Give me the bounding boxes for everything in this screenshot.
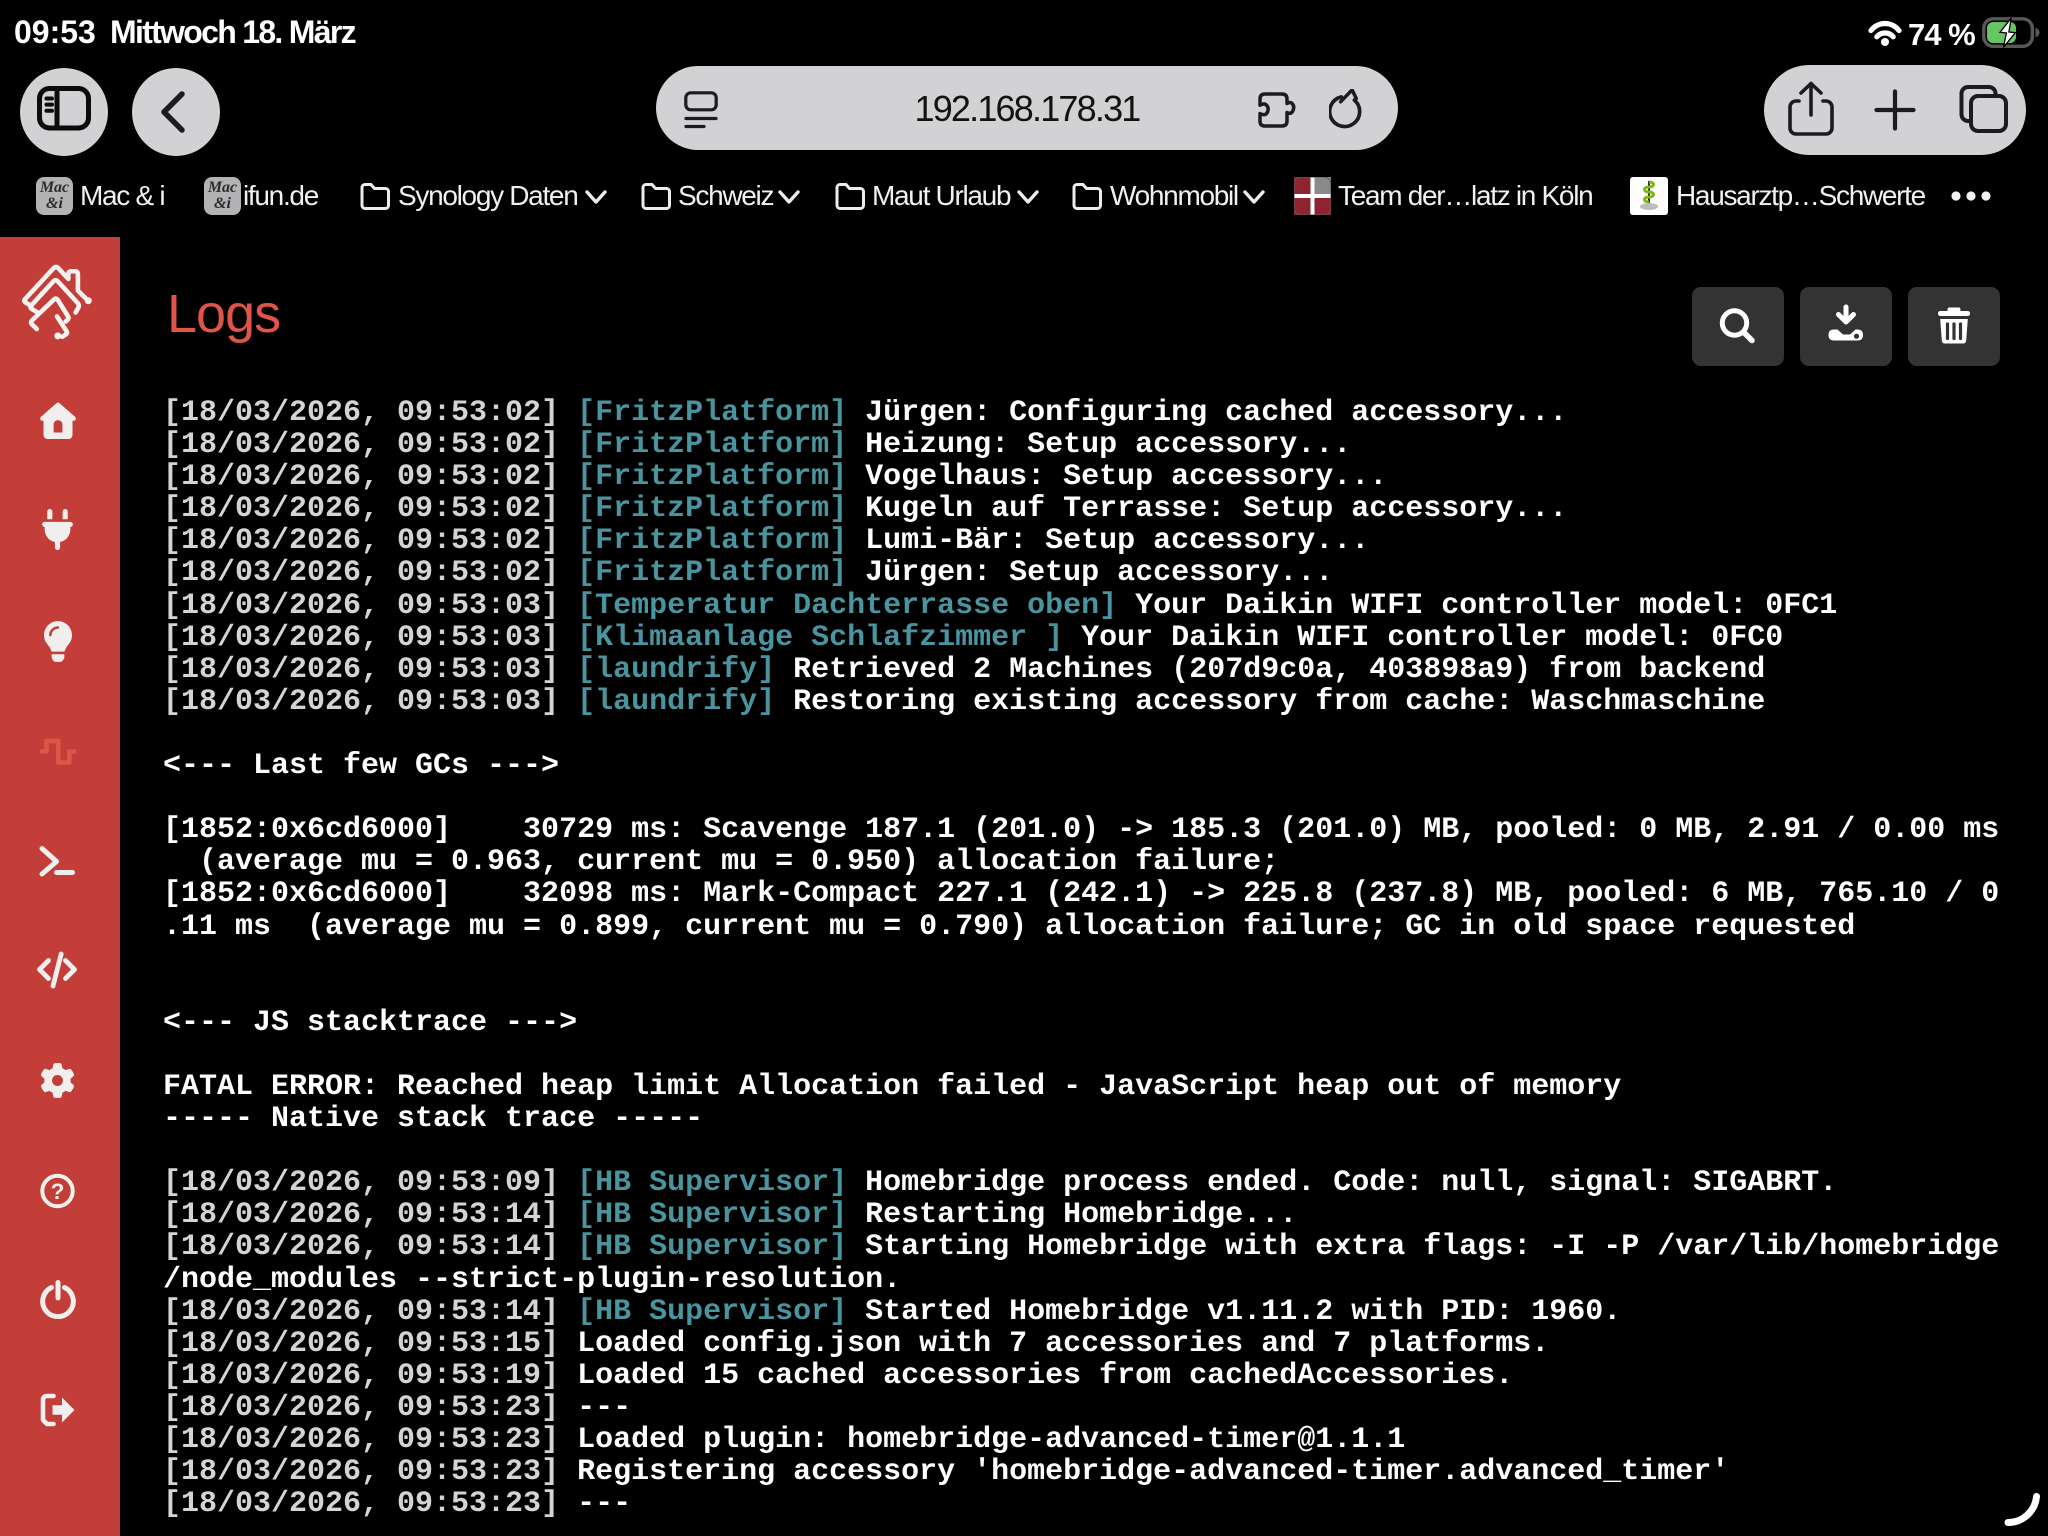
svg-text:?: ? bbox=[51, 1179, 65, 1204]
